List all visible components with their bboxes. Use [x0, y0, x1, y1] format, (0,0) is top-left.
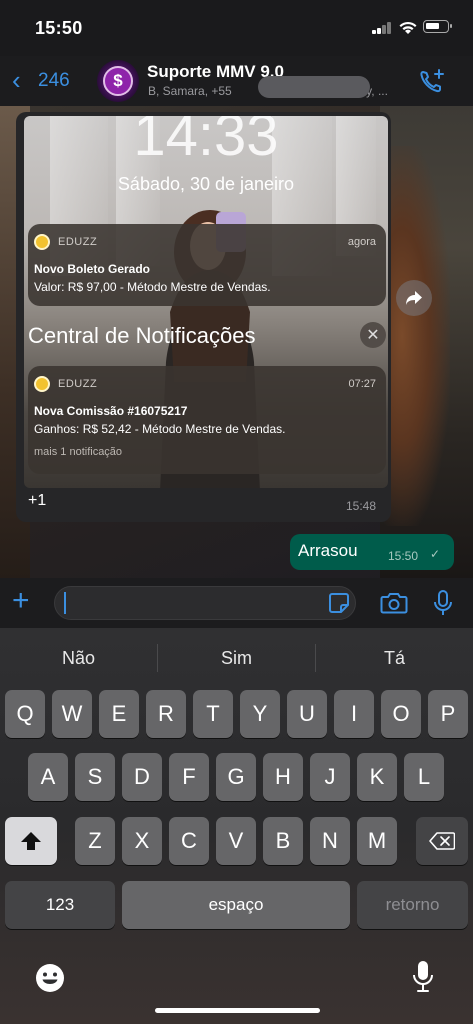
shift-key[interactable]	[5, 817, 57, 865]
key-c[interactable]: C	[169, 817, 209, 865]
backspace-key[interactable]	[416, 817, 468, 865]
chat-header: ‹ 246 $ Suporte MMV 9.0 B, Samara, +55 Af…	[0, 56, 473, 106]
notification-center-title: Central de Notificações	[28, 323, 256, 348]
notification-title: Nova Comissão #16075217	[34, 404, 188, 418]
lockscreen-date: Sábado, 30 de janeiro	[117, 174, 295, 194]
message-input[interactable]	[54, 586, 356, 620]
status-time: 15:50	[35, 18, 83, 38]
key-p[interactable]: P	[428, 690, 468, 738]
notification-body: Ganhos: R$ 52,42 - Método Mestre de Vend…	[34, 422, 286, 436]
numbers-key[interactable]: 123	[5, 881, 115, 929]
add-call-icon[interactable]	[418, 68, 446, 96]
key-z[interactable]: Z	[75, 817, 115, 865]
key-g[interactable]: G	[216, 753, 256, 801]
redaction-blur	[258, 76, 370, 98]
screenshot-image[interactable]: 14:33 Sábado, 30 de janeiro EDUZZ agora …	[24, 116, 388, 488]
message-input-bar: +	[0, 578, 473, 628]
key-j[interactable]: J	[310, 753, 350, 801]
notification-card: EDUZZ 07:27 Nova Comissão #16075217 Ganh…	[28, 366, 386, 474]
emoji-icon[interactable]	[34, 962, 66, 994]
key-q[interactable]: Q	[5, 690, 45, 738]
eduzz-app-icon	[34, 376, 50, 392]
home-indicator[interactable]	[155, 1008, 320, 1013]
key-m[interactable]: M	[357, 817, 397, 865]
dictation-mic-icon[interactable]	[412, 960, 434, 994]
camera-icon[interactable]	[380, 591, 408, 615]
attach-plus-icon[interactable]: +	[12, 586, 30, 616]
forward-icon	[406, 291, 422, 305]
key-f[interactable]: F	[169, 753, 209, 801]
keyboard: Não Sim Tá Q W E R T Y U I O P A S D F G…	[0, 628, 473, 1024]
suggestion-3[interactable]: Tá	[316, 648, 473, 669]
lockscreen-clock: 14:33	[133, 116, 279, 168]
shift-icon	[21, 832, 41, 850]
battery-icon	[423, 20, 452, 33]
wifi-icon	[399, 21, 417, 34]
notification-time: agora	[347, 236, 376, 248]
notification-app: EDUZZ	[58, 236, 98, 248]
sticker-icon[interactable]	[328, 592, 350, 614]
notification-time: 07:27	[348, 378, 376, 390]
key-u[interactable]: U	[287, 690, 327, 738]
notification-card: EDUZZ agora Novo Boleto Gerado Valor: R$…	[28, 224, 386, 306]
key-y[interactable]: Y	[240, 690, 280, 738]
signal-icon	[372, 22, 394, 34]
text-caret	[64, 592, 66, 614]
eduzz-app-icon	[34, 234, 50, 250]
key-s[interactable]: S	[75, 753, 115, 801]
key-w[interactable]: W	[52, 690, 92, 738]
notification-body: Valor: R$ 97,00 - Método Mestre de Venda…	[34, 280, 271, 294]
space-key[interactable]: espaço	[122, 881, 350, 929]
key-b[interactable]: B	[263, 817, 303, 865]
key-d[interactable]: D	[122, 753, 162, 801]
key-o[interactable]: O	[381, 690, 421, 738]
key-k[interactable]: K	[357, 753, 397, 801]
forward-button[interactable]	[396, 280, 432, 316]
dollar-icon: $	[103, 66, 133, 96]
members-left: B, Samara, +55	[148, 84, 232, 98]
key-x[interactable]: X	[122, 817, 162, 865]
key-l[interactable]: L	[404, 753, 444, 801]
key-i[interactable]: I	[334, 690, 374, 738]
key-r[interactable]: R	[146, 690, 186, 738]
back-button-count[interactable]: 246	[38, 70, 70, 92]
outgoing-message-time: 15:50	[388, 549, 419, 563]
notification-more: mais 1 notificação	[34, 446, 123, 458]
suggestion-1[interactable]: Não	[0, 648, 157, 669]
suggestion-2[interactable]: Sim	[158, 648, 315, 669]
group-avatar[interactable]: $	[97, 60, 139, 102]
key-n[interactable]: N	[310, 817, 350, 865]
status-bar: 15:50	[0, 0, 473, 56]
key-h[interactable]: H	[263, 753, 303, 801]
key-v[interactable]: V	[216, 817, 256, 865]
close-icon: ✕	[360, 322, 386, 348]
message-caption: +1	[28, 492, 47, 509]
microphone-icon[interactable]	[432, 589, 454, 617]
back-chevron-icon[interactable]: ‹	[12, 67, 21, 93]
notification-title: Novo Boleto Gerado	[34, 262, 151, 276]
key-a[interactable]: A	[28, 753, 68, 801]
notification-app: EDUZZ	[58, 378, 98, 390]
outgoing-message-text: Arrasou	[298, 541, 358, 560]
key-t[interactable]: T	[193, 690, 233, 738]
sent-check-icon: ✓	[430, 547, 441, 561]
message-timestamp: 15:48	[346, 499, 377, 513]
backspace-icon	[429, 832, 455, 850]
chat-area[interactable]: 14:33 Sábado, 30 de janeiro EDUZZ agora …	[0, 106, 473, 578]
return-key[interactable]: retorno	[357, 881, 468, 929]
key-e[interactable]: E	[99, 690, 139, 738]
